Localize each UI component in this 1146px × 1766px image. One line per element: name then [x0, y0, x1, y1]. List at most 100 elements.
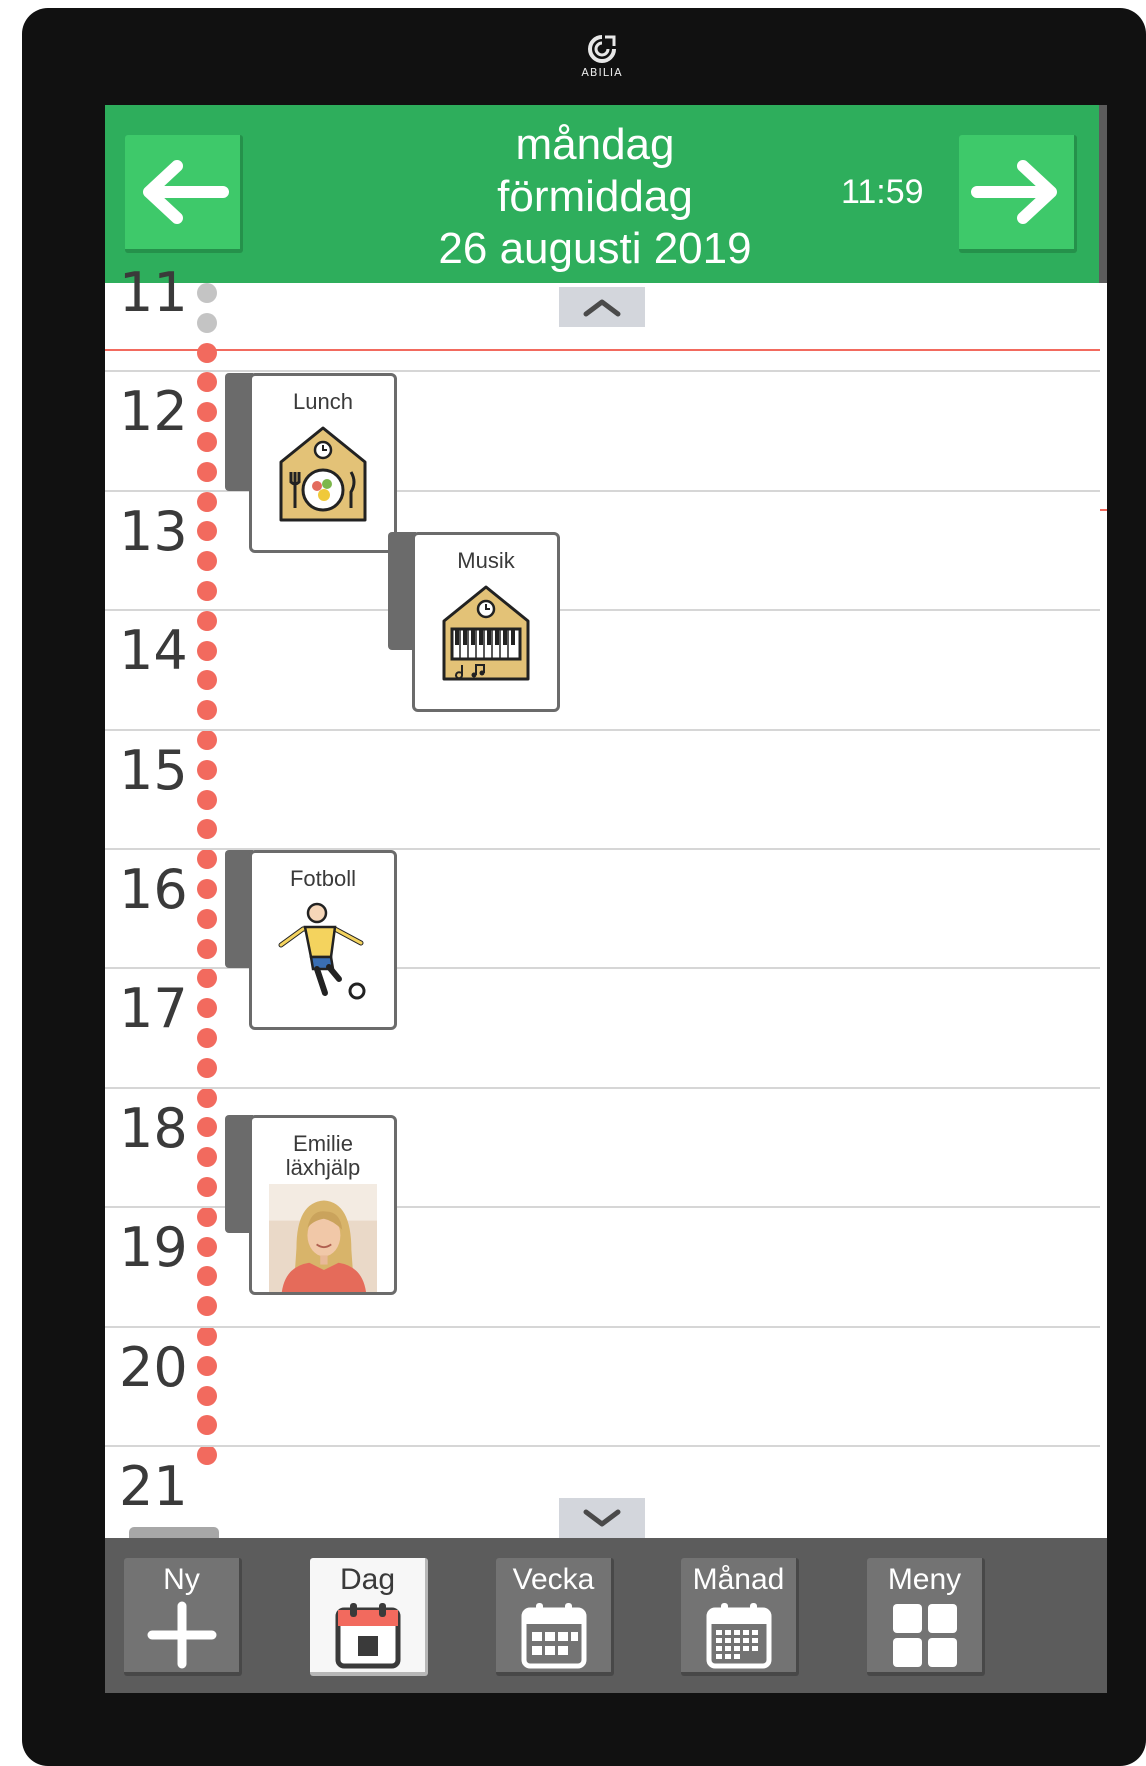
- person-photo: [269, 1184, 377, 1292]
- time-dot: [197, 1117, 217, 1138]
- abilia-logo-icon: [588, 35, 616, 63]
- activity-card[interactable]: Emilie läxhjälp: [249, 1115, 397, 1295]
- hour-label: 13: [119, 499, 188, 563]
- hour-divider: [105, 728, 1100, 731]
- time-dot: [197, 551, 217, 572]
- time-dot: [197, 432, 217, 452]
- previous-day-button[interactable]: [125, 135, 243, 253]
- tool-label: Vecka: [512, 1563, 595, 1596]
- hour-label: 21: [119, 1455, 188, 1518]
- hour-label: 19: [119, 1216, 188, 1280]
- time-dot: [197, 1266, 217, 1287]
- weekday-label: måndag: [515, 120, 675, 169]
- time-dot: [197, 521, 217, 542]
- time-dot: [197, 819, 217, 840]
- hour-label: 20: [119, 1335, 188, 1399]
- calendar-week-icon: [521, 1603, 586, 1669]
- time-dot: [197, 1445, 217, 1466]
- time-dot: [197, 789, 217, 810]
- activity-title: Lunch: [293, 389, 353, 414]
- piano-icon: [442, 585, 530, 681]
- hour-label: 18: [119, 1096, 188, 1160]
- time-dot: [197, 461, 217, 482]
- day-timeline[interactable]: 21 20 19 18 17 16 15 14 13 12 11 Lunch M…: [105, 263, 1107, 1617]
- time-dot: [197, 759, 217, 780]
- new-activity-button[interactable]: Ny: [124, 1558, 242, 1676]
- time-dot: [197, 581, 217, 601]
- next-day-button[interactable]: [959, 135, 1077, 253]
- time-dot: [197, 730, 217, 750]
- hour-label: 17: [119, 977, 188, 1041]
- plus-icon: [147, 1601, 216, 1669]
- activity-title: Fotboll: [289, 866, 357, 891]
- hour-label: 12: [119, 380, 188, 444]
- time-dot: [197, 1057, 217, 1078]
- date-display: måndag förmiddag 26 augusti 2019: [325, 119, 865, 275]
- day-view-button[interactable]: Dag: [310, 1558, 428, 1676]
- time-dot: [197, 998, 217, 1019]
- time-dot: [197, 700, 217, 721]
- bottom-toolbar: Ny Dag Vecka Månad Meny: [105, 1538, 1107, 1693]
- time-dot: [197, 283, 217, 303]
- hour-divider: [105, 1086, 1100, 1089]
- time-dot: [197, 968, 217, 989]
- time-dot: [197, 1147, 217, 1168]
- hour-label: 15: [119, 738, 188, 802]
- device-brand: ABILIA: [581, 66, 623, 79]
- device-logo: ABILIA: [572, 34, 632, 84]
- current-time-marker: [1100, 509, 1107, 511]
- time-dot: [197, 610, 217, 631]
- hour-divider: [105, 609, 1100, 612]
- time-dot: [197, 908, 217, 929]
- time-dot: [197, 879, 217, 899]
- activity-card[interactable]: Lunch: [249, 373, 397, 553]
- time-dot: [197, 849, 217, 870]
- activity-card[interactable]: Fotboll: [249, 850, 397, 1030]
- tool-label: Ny: [163, 1563, 200, 1596]
- scroll-up-button[interactable]: [559, 287, 645, 327]
- activity-card[interactable]: Musik: [412, 532, 560, 712]
- menu-button[interactable]: Meny: [867, 1558, 985, 1676]
- month-view-button[interactable]: Månad: [681, 1558, 799, 1676]
- time-dot: [197, 491, 217, 512]
- week-view-button[interactable]: Vecka: [496, 1558, 614, 1676]
- time-dot: [197, 1206, 217, 1227]
- day-period-label: förmiddag: [497, 172, 693, 221]
- time-dot: [197, 1177, 217, 1197]
- time-dot: [197, 1355, 217, 1376]
- time-dot: [197, 312, 217, 333]
- tool-label: Meny: [887, 1563, 962, 1596]
- scroll-down-button[interactable]: [559, 1498, 645, 1538]
- time-dot: [197, 1326, 217, 1346]
- current-time: 11:59: [841, 173, 924, 211]
- time-dot: [197, 1028, 217, 1048]
- calendar-screen: måndag förmiddag 26 augusti 2019 11:59 2…: [105, 105, 1107, 1693]
- time-dot: [197, 372, 217, 393]
- time-dot: [197, 342, 217, 363]
- time-dot: [197, 1296, 217, 1317]
- arrow-left-icon: [142, 160, 229, 224]
- time-dot: [197, 1385, 217, 1406]
- grid-menu-icon: [892, 1604, 957, 1667]
- time-dot: [197, 1087, 217, 1108]
- current-time-line: [105, 349, 1100, 351]
- time-dot: [197, 938, 217, 959]
- calendar-month-icon: [706, 1603, 771, 1669]
- day-header: måndag förmiddag 26 augusti 2019 11:59: [105, 105, 1107, 283]
- hour-label: 11: [119, 261, 188, 324]
- time-dot: [197, 670, 217, 691]
- activity-title: Musik: [457, 548, 515, 573]
- full-date-label: 26 augusti 2019: [438, 224, 752, 273]
- lunch-icon: [279, 426, 367, 522]
- chevron-down-icon: [583, 1509, 621, 1527]
- activity-title: Emilie läxhjälp: [285, 1131, 361, 1180]
- calendar-day-icon: [335, 1603, 400, 1669]
- hour-label: 14: [119, 619, 188, 683]
- hour-divider: [105, 1325, 1100, 1328]
- hour-divider: [105, 1445, 1100, 1447]
- time-dot: [197, 1236, 217, 1257]
- hour-label: 16: [119, 858, 188, 921]
- arrow-right-icon: [970, 160, 1057, 224]
- chevron-up-icon: [583, 299, 621, 317]
- time-dot: [197, 640, 217, 661]
